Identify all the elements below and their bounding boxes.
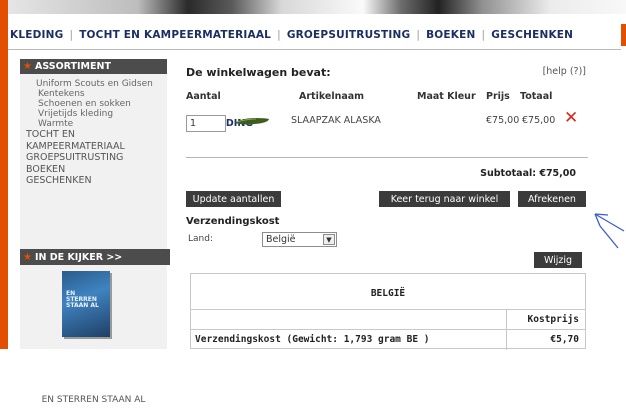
- nav-divider: [8, 49, 621, 50]
- main-nav: KLEDING | TOCHT EN KAMPEERMATERIAAL | GROE…: [8, 24, 621, 46]
- left-accent-bar: [0, 0, 8, 349]
- country-label: Land:: [188, 234, 213, 244]
- nav-groepsuitrusting[interactable]: GROEPSUITRUSTING: [281, 29, 417, 41]
- sidebar-item-schoenen[interactable]: Schoenen en sokken: [26, 99, 167, 109]
- sidebar-item-boeken[interactable]: BOEKEN: [26, 164, 167, 176]
- nav-geschenken[interactable]: GESCHENKEN: [485, 29, 579, 41]
- header-size-color: Maat Kleur: [417, 91, 476, 102]
- help-link[interactable]: [help (?)]: [543, 66, 586, 77]
- table-divider: [191, 329, 585, 330]
- shipping-cost-table: BELGIË Kostprijs Verzendingskost (Gewich…: [190, 273, 586, 350]
- header-article: Artikelnaam: [299, 91, 365, 102]
- header-price: Prijs: [486, 91, 510, 102]
- cart-panel: De winkelwagen bevat: [help (?)] Aantal …: [186, 59, 588, 350]
- star-icon: ★: [23, 61, 32, 72]
- featured-book-caption[interactable]: EN STERREN STAAN AL: [20, 395, 167, 405]
- featured-book-cover[interactable]: EN STERREN STAAN AL: [62, 271, 110, 337]
- sidebar-heading-label: ASSORTIMENT: [34, 61, 111, 72]
- sidebar-item-vrijetijds[interactable]: Vrijetijds kleding: [26, 109, 167, 119]
- product-name[interactable]: SLAAPZAK ALASKA: [291, 115, 381, 126]
- right-accent-bar: [621, 24, 626, 46]
- kijker-label: IN DE KIJKER >>: [34, 251, 123, 263]
- quantity-input[interactable]: 1: [186, 115, 226, 132]
- sleeping-bag-thumbnail: [235, 118, 269, 125]
- sidebar-item-kentekens[interactable]: Kentekens: [26, 89, 167, 99]
- table-column-divider: [506, 309, 507, 350]
- checkout-button[interactable]: Afrekenen: [518, 191, 586, 207]
- sidebar: ★ ASSORTIMENT KLEDING Uniform Scouts en …: [20, 59, 253, 405]
- shipping-table-country: BELGIË: [370, 288, 406, 299]
- cart-divider: [186, 157, 588, 158]
- sidebar-item-tocht[interactable]: TOCHT EN KAMPEERMATERIAAL: [26, 129, 126, 152]
- shipping-cost-label: Verzendingskost (Gewicht: 1,793 gram BE …: [195, 334, 430, 345]
- nav-kleding[interactable]: KLEDING: [8, 29, 69, 41]
- sidebar-menu: KLEDING Uniform Scouts en Gidsen Kenteke…: [20, 74, 253, 187]
- star-icon: ★: [23, 251, 32, 263]
- nav-boeken[interactable]: BOEKEN: [420, 29, 481, 41]
- table-divider: [191, 309, 585, 310]
- shipping-cost-value: €5,70: [550, 334, 579, 345]
- country-select[interactable]: België ▼: [262, 232, 337, 247]
- book-cover-title: EN STERREN STAAN AL: [66, 290, 99, 309]
- remove-item-icon[interactable]: ✕: [564, 110, 578, 127]
- annotation-arrow-icon: [594, 213, 625, 249]
- sidebar-item-warmte[interactable]: Warmte: [26, 119, 167, 129]
- product-total: €75,00: [522, 115, 556, 126]
- subtotal: Subtotaal: €75,00: [480, 168, 576, 179]
- sidebar-item-groepsuitrusting[interactable]: GROEPSUITRUSTING: [26, 152, 167, 164]
- header-qty: Aantal: [186, 91, 221, 102]
- product-price: €75,00: [486, 115, 520, 126]
- nav-tocht-kampeermateriaal[interactable]: TOCHT EN KAMPEERMATERIAAL: [73, 29, 277, 41]
- back-to-shop-button[interactable]: Keer terug naar winkel: [379, 191, 510, 207]
- shipping-cost-header: Kostprijs: [527, 314, 579, 325]
- sidebar-item-uniform[interactable]: Uniform Scouts en Gidsen: [26, 79, 167, 89]
- change-country-button[interactable]: Wijzig: [534, 252, 582, 268]
- country-select-value: België: [266, 234, 296, 245]
- sidebar-item-geschenken[interactable]: GESCHENKEN: [26, 175, 167, 187]
- shipping-heading: Verzendingskost: [186, 216, 280, 227]
- cart-title: De winkelwagen bevat:: [186, 66, 331, 79]
- chevron-down-icon[interactable]: ▼: [323, 234, 335, 245]
- header-total: Totaal: [520, 91, 553, 102]
- header-banner-image: [0, 0, 626, 14]
- sidebar-heading-assortiment: ★ ASSORTIMENT: [20, 59, 167, 74]
- update-quantities-button[interactable]: Update aantallen: [186, 191, 281, 207]
- sidebar-heading-kijker[interactable]: ★ IN DE KIJKER >>: [20, 249, 170, 265]
